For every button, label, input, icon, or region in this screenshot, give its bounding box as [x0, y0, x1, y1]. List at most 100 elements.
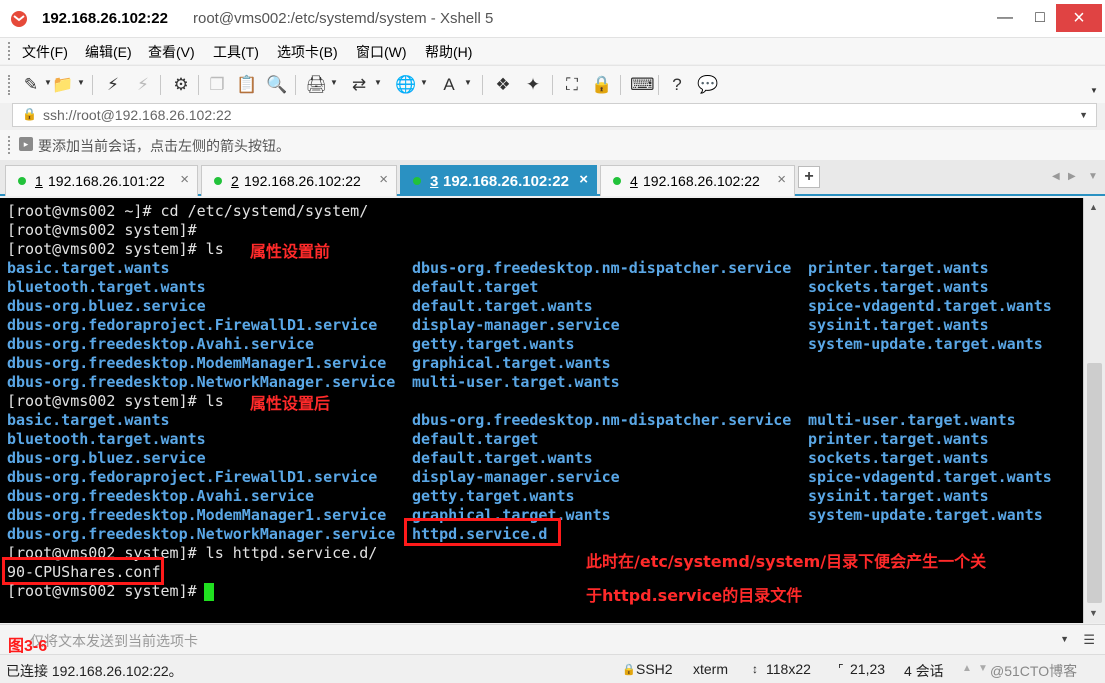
- keyboard-icon[interactable]: ⌨: [630, 74, 655, 96]
- ls-entry: display-manager.service: [412, 316, 620, 334]
- annotation-note-line2: 于httpd.service的目录文件: [586, 586, 803, 605]
- globe-dropdown-icon[interactable]: ▼: [420, 78, 428, 87]
- window-title-host: 192.168.26.102:22: [42, 10, 168, 27]
- ls-entry: dbus-org.freedesktop.ModemManager1.servi…: [7, 506, 387, 524]
- add-tab-button[interactable]: +: [798, 166, 820, 188]
- xftp-icon[interactable]: ❖: [492, 74, 514, 96]
- ls-entry: default.target.wants: [412, 449, 593, 467]
- address-dropdown-icon[interactable]: ▼: [1079, 110, 1088, 120]
- tab-close-icon[interactable]: ×: [180, 171, 189, 188]
- toolbar: ✎ ▼ 📁 ▼ ⚡ ⚡ ⚙ ❐ 📋 🔍 🖨 ▼ ⇄ ▼ 🌐 ▼ A ▼ ❖ ✦ …: [0, 65, 1105, 103]
- ls-entry: dbus-org.bluez.service: [7, 297, 206, 315]
- disconnect-icon[interactable]: ⚡: [132, 74, 154, 96]
- tab-session-3[interactable]: 3 192.168.26.102:22 ×: [400, 165, 597, 196]
- send-options-menu-icon[interactable]: ☰: [1083, 632, 1095, 648]
- title-bar: 192.168.26.102:22 root@vms002:/etc/syste…: [0, 0, 1105, 38]
- maximize-button[interactable]: □: [1020, 4, 1060, 32]
- print-icon[interactable]: 🖨: [305, 74, 327, 96]
- find-icon[interactable]: 🔍: [266, 74, 288, 96]
- size-icon: ↕: [752, 662, 758, 676]
- tab-close-icon[interactable]: ×: [579, 171, 588, 188]
- print-dropdown-icon[interactable]: ▼: [330, 78, 338, 87]
- ls-entry: dbus-org.freedesktop.nm-dispatcher.servi…: [412, 259, 792, 277]
- menu-grip[interactable]: [8, 42, 11, 60]
- transfer-dropdown-icon[interactable]: ▼: [374, 78, 382, 87]
- chat-icon[interactable]: 💬: [697, 74, 719, 96]
- font-dropdown-icon[interactable]: ▼: [464, 78, 472, 87]
- paste-icon[interactable]: 📋: [236, 74, 258, 96]
- globe-icon[interactable]: 🌐: [395, 74, 417, 96]
- status-down-arrow-icon[interactable]: ▼: [978, 663, 988, 674]
- transfer-icon[interactable]: ⇄: [348, 74, 370, 96]
- ls-entry: dbus-org.fedoraproject.FirewallD1.servic…: [7, 468, 378, 486]
- close-button[interactable]: ×: [1056, 4, 1102, 32]
- ls-entry: dbus-org.freedesktop.Avahi.service: [7, 487, 315, 505]
- send-text-input[interactable]: 仅将文本发送到当前选项卡: [30, 631, 198, 651]
- terminal-scrollbar[interactable]: ▲ ▼: [1083, 198, 1105, 623]
- session-tab-bar: 1 192.168.26.101:22 × 2 192.168.26.102:2…: [0, 160, 1105, 196]
- menu-file[interactable]: 文件(F): [22, 42, 68, 62]
- scroll-up-icon[interactable]: ▲: [1089, 202, 1098, 212]
- terminal-line: [root@vms002 system]#: [7, 582, 197, 600]
- ls-entry: bluetooth.target.wants: [7, 430, 206, 448]
- toolbar-separator: [482, 75, 483, 95]
- fullscreen-icon[interactable]: ⛶: [561, 74, 583, 96]
- address-bar[interactable]: 🔒 ssh://root@192.168.26.102:22 ▼: [12, 103, 1097, 127]
- xshell-logo-icon: [11, 11, 27, 27]
- ls-entry: dbus-org.bluez.service: [7, 449, 206, 467]
- connect-icon[interactable]: ⚡: [102, 74, 124, 96]
- open-dropdown-icon[interactable]: ▼: [77, 78, 85, 87]
- properties-icon[interactable]: ⚙: [170, 74, 192, 96]
- status-bar: 已连接 192.168.26.102:22。 🔒 SSH2 xterm ↕ 11…: [0, 654, 1105, 683]
- new-session-dropdown-icon[interactable]: ▼: [44, 78, 52, 87]
- toolbar-separator: [620, 75, 621, 95]
- menu-tabs[interactable]: 选项卡(B): [277, 42, 338, 62]
- tab-close-icon[interactable]: ×: [777, 171, 786, 188]
- tab-number: 1: [35, 173, 43, 189]
- tab-scroll-left-icon[interactable]: ◀: [1052, 171, 1060, 182]
- toolbar-overflow-icon[interactable]: ▼: [1090, 86, 1098, 95]
- tab-close-icon[interactable]: ×: [379, 171, 388, 188]
- menu-edit[interactable]: 编辑(E): [85, 42, 132, 62]
- scroll-down-icon[interactable]: ▼: [1089, 608, 1098, 618]
- toolbar-separator: [552, 75, 553, 95]
- hint-grip[interactable]: [8, 136, 11, 154]
- menu-help[interactable]: 帮助(H): [425, 42, 472, 62]
- tab-label: 192.168.26.101:22: [48, 173, 165, 189]
- ls-entry: system-update.target.wants: [808, 335, 1043, 353]
- terminal-line: [root@vms002 ~]# cd /etc/systemd/system/: [7, 202, 369, 220]
- help-icon[interactable]: ?: [666, 74, 688, 96]
- lock-toolbar-icon[interactable]: 🔒: [591, 74, 613, 96]
- tab-session-4[interactable]: 4 192.168.26.102:22 ×: [600, 165, 795, 196]
- copy-icon[interactable]: ❐: [206, 74, 228, 96]
- annotation-after: 属性设置后: [250, 394, 331, 413]
- ls-entry: getty.target.wants: [412, 335, 575, 353]
- terminal-size-status: 118x22: [766, 661, 811, 677]
- connected-status-icon: [18, 177, 26, 185]
- menu-window[interactable]: 窗口(W): [356, 42, 407, 62]
- minimize-button[interactable]: —: [985, 4, 1025, 32]
- send-target-dropdown-icon[interactable]: ▼: [1060, 634, 1069, 644]
- toolbar-grip[interactable]: [8, 75, 11, 95]
- open-folder-icon[interactable]: 📁: [52, 74, 74, 96]
- conf-highlight-box: [2, 557, 164, 585]
- scrollbar-thumb[interactable]: [1087, 363, 1102, 603]
- xmanager-icon[interactable]: ✦: [522, 74, 544, 96]
- connected-status-icon: [613, 177, 621, 185]
- tab-session-2[interactable]: 2 192.168.26.102:22 ×: [201, 165, 397, 196]
- annotation-note-line1: 此时在/etc/systemd/system/目录下便会产生一个关: [586, 552, 987, 571]
- window-title: root@vms002:/etc/systemd/system - Xshell…: [193, 10, 494, 27]
- terminal-output[interactable]: [root@vms002 ~]# cd /etc/systemd/system/…: [0, 198, 1083, 623]
- tab-list-icon[interactable]: ▼: [1088, 171, 1098, 182]
- tab-session-1[interactable]: 1 192.168.26.101:22 ×: [5, 165, 198, 196]
- status-up-arrow-icon[interactable]: ▲: [962, 663, 972, 674]
- new-session-icon[interactable]: ✎: [20, 74, 42, 96]
- send-text-bar: 仅将文本发送到当前选项卡 ▼ ☰: [0, 624, 1105, 654]
- add-session-arrow-icon[interactable]: ▸: [19, 137, 33, 151]
- font-icon[interactable]: A: [438, 74, 460, 96]
- address-input[interactable]: ssh://root@192.168.26.102:22: [43, 107, 232, 123]
- menu-tools[interactable]: 工具(T): [213, 42, 259, 62]
- tab-scroll-right-icon[interactable]: ▶: [1068, 171, 1076, 182]
- hint-text: 要添加当前会话，点击左侧的箭头按钮。: [38, 138, 290, 154]
- menu-view[interactable]: 查看(V): [148, 42, 195, 62]
